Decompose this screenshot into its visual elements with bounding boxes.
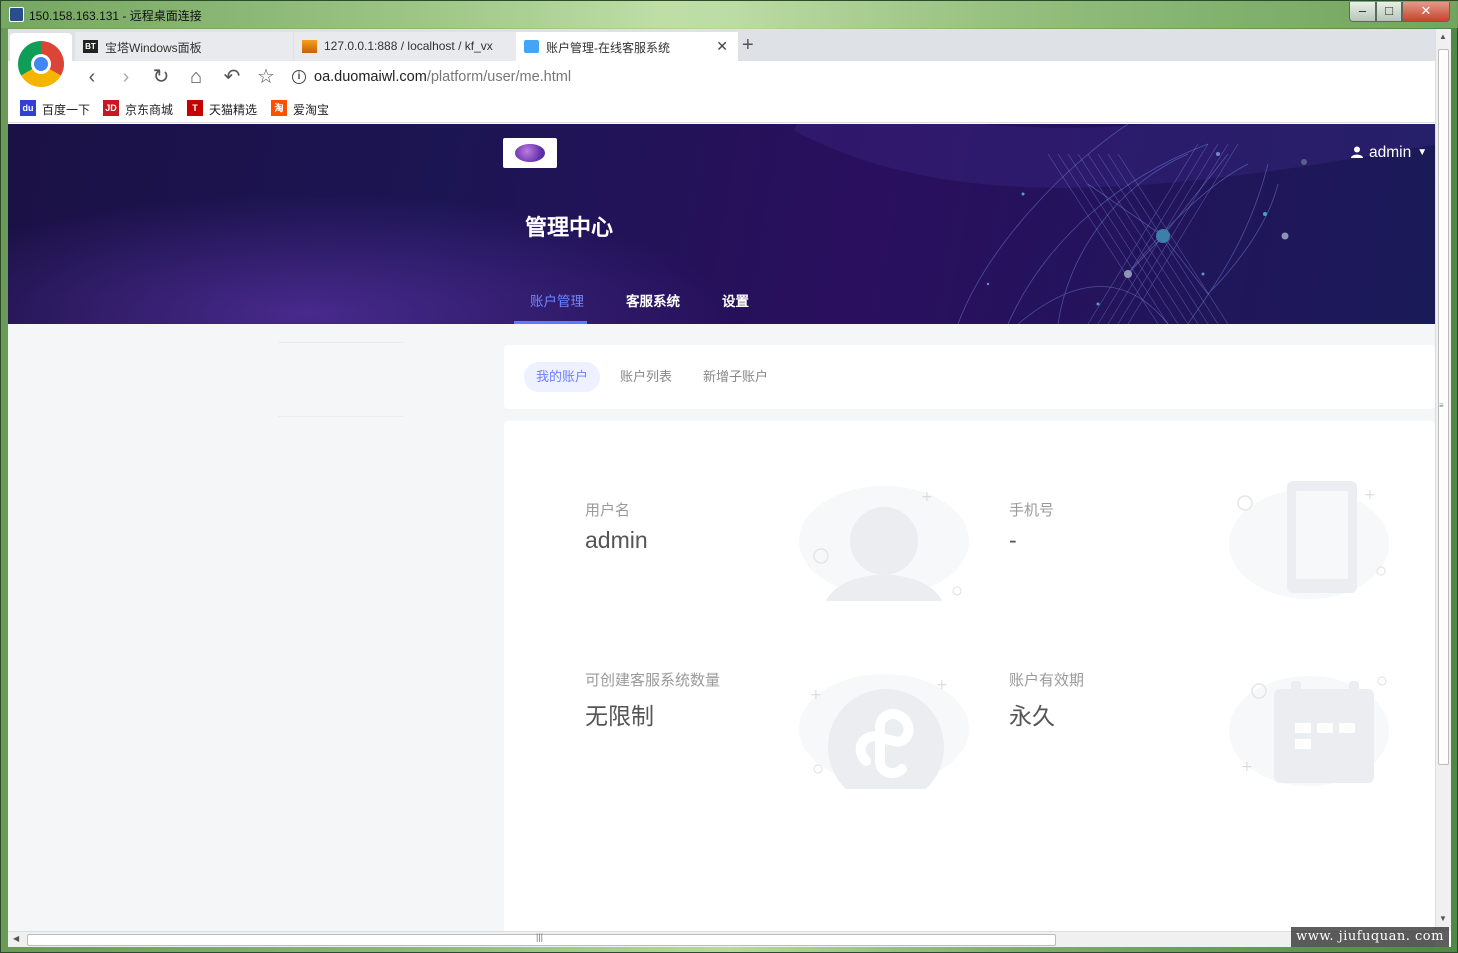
sub-navigation: 我的账户 账户列表 新增子账户 bbox=[504, 345, 1435, 409]
user-icon bbox=[1351, 146, 1363, 158]
bookmark-label: 爱淘宝 bbox=[293, 103, 330, 117]
browser-tab-phpmyadmin[interactable]: 127.0.0.1:888 / localhost / kf_vx bbox=[294, 32, 516, 61]
bookmark-star-icon[interactable]: ☆ bbox=[254, 66, 278, 90]
logo-mascot-icon bbox=[515, 144, 545, 162]
bookmark-jd[interactable]: JD 京东商城 bbox=[103, 100, 174, 118]
user-menu[interactable]: admin ▼ bbox=[1351, 144, 1427, 162]
nav-tab-customer-service[interactable]: 客服系统 bbox=[626, 290, 680, 310]
site-logo[interactable] bbox=[503, 138, 557, 168]
scroll-grip-icon: ≡ bbox=[1439, 401, 1444, 410]
page-title: 管理中心 bbox=[525, 215, 614, 240]
jd-icon: JD bbox=[103, 100, 119, 116]
bt-favicon-icon: BT bbox=[83, 40, 98, 53]
nav-tab-account-management[interactable]: 账户管理 bbox=[530, 290, 584, 310]
username-label: admin bbox=[1369, 144, 1412, 161]
phone-value: - bbox=[1009, 527, 1017, 553]
divider bbox=[278, 342, 403, 343]
bookmark-tmall[interactable]: T 天猫精选 bbox=[187, 100, 258, 118]
tab-strip: BT 宝塔Windows面板 127.0.0.1:888 / localhost… bbox=[8, 29, 1451, 61]
url-host: oa.duomaiwl.com bbox=[314, 69, 427, 85]
horizontal-scrollbar[interactable]: ◀ ||| bbox=[8, 931, 1435, 947]
quota-field-label: 可创建客服系统数量 bbox=[585, 672, 721, 689]
close-window-button[interactable]: ✕ bbox=[1402, 2, 1450, 22]
svg-text:+: + bbox=[936, 677, 948, 693]
svg-text:+: + bbox=[810, 687, 822, 703]
window-titlebar[interactable]: 150.158.163.131 - 远程桌面连接 – □ ✕ bbox=[1, 1, 1458, 28]
bookmark-aitaobao[interactable]: 淘爱淘宝 bbox=[271, 100, 330, 118]
divider bbox=[278, 416, 403, 417]
back-arrow-icon[interactable]: ‹ bbox=[80, 66, 104, 90]
svg-text:+: + bbox=[1364, 487, 1376, 503]
bookmark-label: 百度一下 bbox=[42, 103, 91, 117]
validity-value: 永久 bbox=[1009, 703, 1055, 729]
validity-field-label: 账户有效期 bbox=[1009, 672, 1085, 689]
browser-window: BT 宝塔Windows面板 127.0.0.1:888 / localhost… bbox=[8, 29, 1451, 947]
browser-tab-account-management[interactable]: 账户管理-在线客服系统 ✕ bbox=[516, 32, 738, 61]
bookmark-baidu[interactable]: du 百度一下 bbox=[20, 100, 91, 118]
tab-label: 宝塔Windows面板 bbox=[105, 41, 202, 55]
url-path: /platform/user/me.html bbox=[426, 69, 572, 85]
site-watermark: www. jiufuquan. com bbox=[1291, 927, 1449, 947]
caret-down-icon: ▼ bbox=[1417, 147, 1428, 158]
bookmark-label: 天猫精选 bbox=[209, 103, 258, 117]
reload-icon[interactable]: ↻ bbox=[149, 66, 173, 90]
subtab-add-sub-account[interactable]: 新增子账户 bbox=[691, 362, 780, 392]
svg-text:+: + bbox=[921, 489, 933, 505]
vertical-scrollbar[interactable]: ▲ ≡ ▼ bbox=[1435, 29, 1451, 931]
account-info-card: + + + + + 用户名 admin 手机号 - 可创建客服系统数量 无限制 … bbox=[504, 421, 1435, 931]
mini-program-illustration-icon: + + bbox=[799, 674, 969, 789]
taobao-icon: 淘 bbox=[271, 100, 287, 116]
remote-desktop-window: 150.158.163.131 - 远程桌面连接 – □ ✕ BT 宝塔Wind… bbox=[0, 0, 1458, 953]
home-icon[interactable]: ⌂ bbox=[184, 66, 208, 90]
scroll-grip-icon: ||| bbox=[536, 932, 544, 942]
nav-tab-settings[interactable]: 设置 bbox=[722, 290, 749, 310]
page-viewport: 管理中心 admin ▼ 账户管理 客服系统 设置 我的账户 账户列表 新增子账户 bbox=[8, 124, 1435, 931]
svg-text:+: + bbox=[1241, 759, 1253, 775]
active-tab-indicator bbox=[514, 321, 587, 324]
site-info-icon[interactable]: i bbox=[292, 70, 306, 84]
quota-value: 无限制 bbox=[585, 703, 654, 729]
chrome-logo-icon bbox=[10, 33, 72, 95]
scroll-up-arrow-icon[interactable]: ▲ bbox=[1439, 32, 1447, 41]
new-tab-icon[interactable]: + bbox=[742, 34, 754, 57]
window-title: 150.158.163.131 - 远程桌面连接 bbox=[29, 9, 202, 23]
phone-field-label: 手机号 bbox=[1009, 502, 1055, 519]
forward-arrow-icon[interactable]: › bbox=[114, 66, 138, 90]
close-tab-icon[interactable]: ✕ bbox=[716, 38, 728, 55]
tab-label: 账户管理-在线客服系统 bbox=[546, 41, 670, 55]
bookmarks-bar: du 百度一下 JD 京东商城 T 天猫精选 淘爱淘宝 bbox=[8, 94, 1451, 123]
undo-icon[interactable]: ↶ bbox=[220, 66, 244, 90]
address-bar[interactable]: oa.duomaiwl.com/platform/user/me.html bbox=[314, 69, 571, 85]
browser-tab-bt-panel[interactable]: BT 宝塔Windows面板 bbox=[75, 32, 293, 61]
remote-desktop-icon bbox=[9, 7, 24, 22]
scroll-down-arrow-icon[interactable]: ▼ bbox=[1439, 914, 1447, 923]
scroll-left-arrow-icon[interactable]: ◀ bbox=[13, 934, 19, 943]
page-header: 管理中心 admin ▼ 账户管理 客服系统 设置 bbox=[8, 124, 1435, 324]
baidu-paw-icon: du bbox=[20, 100, 36, 116]
minimize-button[interactable]: – bbox=[1349, 2, 1376, 22]
browser-toolbar: ‹ › ↻ ⌂ ↶ ☆ i oa.duomaiwl.com/platform/u… bbox=[8, 61, 1451, 94]
subtab-my-account[interactable]: 我的账户 bbox=[524, 362, 601, 392]
phpmyadmin-favicon-icon bbox=[302, 40, 317, 53]
calendar-illustration-icon: + bbox=[1229, 676, 1389, 786]
mobile-phone-illustration-icon: + bbox=[1229, 481, 1389, 599]
user-avatar-illustration-icon: + bbox=[799, 486, 969, 601]
cloud-favicon-icon bbox=[524, 40, 539, 53]
bookmark-label: 京东商城 bbox=[125, 103, 174, 117]
maximize-button[interactable]: □ bbox=[1376, 2, 1402, 22]
tmall-icon: T bbox=[187, 100, 203, 116]
username-field-label: 用户名 bbox=[585, 502, 631, 519]
tab-label: 127.0.0.1:888 / localhost / kf_vx bbox=[324, 39, 493, 53]
username-value: admin bbox=[585, 527, 648, 553]
subtab-account-list[interactable]: 账户列表 bbox=[608, 362, 684, 392]
